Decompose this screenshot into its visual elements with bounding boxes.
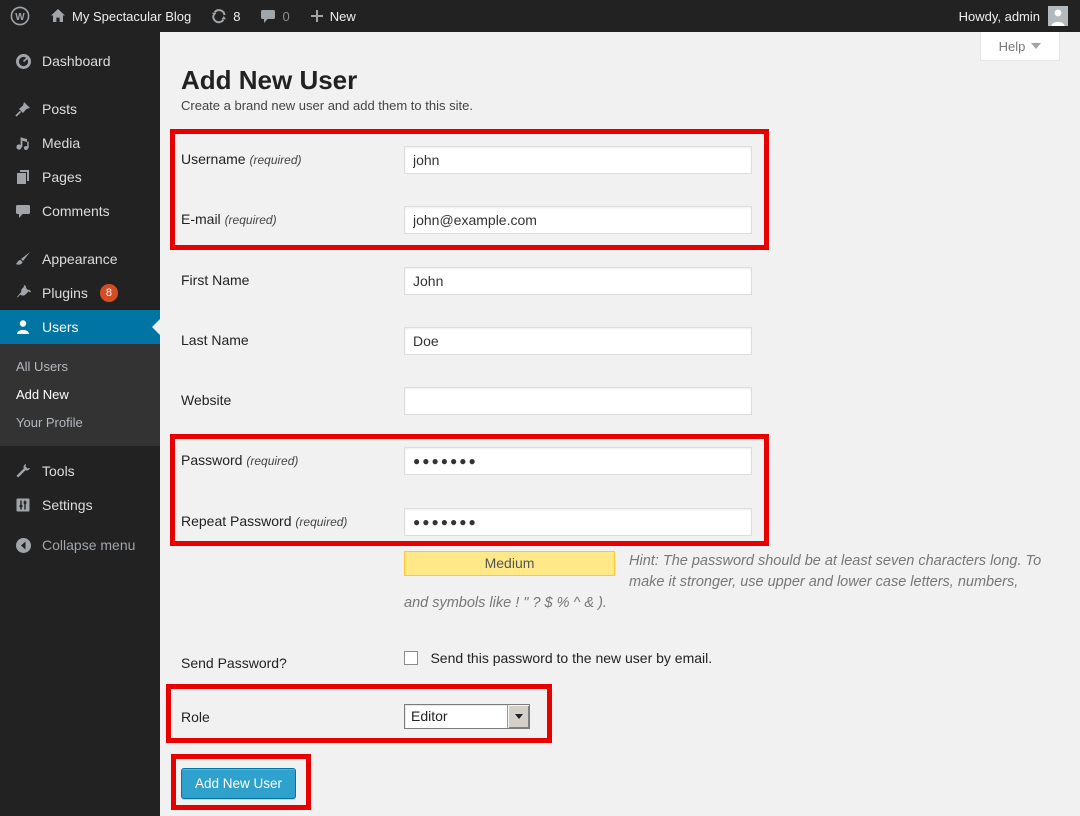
sidebar-item-dashboard[interactable]: Dashboard bbox=[0, 44, 160, 78]
password-strength-meter: Medium bbox=[404, 551, 615, 576]
new-menu[interactable]: New bbox=[300, 0, 366, 32]
howdy-text: Howdy, admin bbox=[959, 9, 1040, 24]
password-row: Password (required) bbox=[181, 447, 752, 475]
settings-icon bbox=[14, 497, 32, 513]
first-name-input[interactable] bbox=[404, 267, 752, 295]
email-input[interactable] bbox=[404, 206, 752, 234]
submenu-all-users[interactable]: All Users bbox=[0, 352, 160, 380]
email-required-note: (required) bbox=[225, 213, 277, 227]
select-dropdown-button[interactable] bbox=[507, 705, 529, 728]
last-name-input[interactable] bbox=[404, 327, 752, 355]
sidebar-item-tools[interactable]: Tools bbox=[0, 454, 160, 488]
collapse-menu-button[interactable]: Collapse menu bbox=[0, 528, 160, 562]
sidebar-item-comments[interactable]: Comments bbox=[0, 194, 160, 228]
website-label: Website bbox=[181, 387, 404, 415]
role-selected-value: Editor bbox=[405, 705, 507, 728]
role-label: Role bbox=[181, 704, 404, 729]
site-name-menu[interactable]: My Spectacular Blog bbox=[40, 0, 201, 32]
send-password-label: Send Password? bbox=[181, 650, 404, 671]
pages-icon bbox=[14, 169, 32, 185]
password-label: Password bbox=[181, 452, 242, 468]
svg-text:W: W bbox=[15, 12, 25, 23]
plugins-update-badge: 8 bbox=[100, 284, 118, 302]
website-input[interactable] bbox=[404, 387, 752, 415]
admin-bar: W My Spectacular Blog 8 bbox=[0, 0, 1080, 32]
comments-icon bbox=[14, 203, 32, 219]
send-password-checkbox[interactable] bbox=[404, 651, 418, 665]
sidebar-item-posts[interactable]: Posts bbox=[0, 92, 160, 126]
submenu-your-profile[interactable]: Your Profile bbox=[0, 408, 160, 436]
last-name-row: Last Name bbox=[181, 327, 752, 355]
chevron-down-icon bbox=[515, 714, 523, 719]
wordpress-logo[interactable]: W bbox=[0, 0, 40, 32]
sidebar-item-media[interactable]: Media bbox=[0, 126, 160, 160]
plus-icon bbox=[310, 9, 324, 23]
user-icon bbox=[14, 319, 32, 335]
password-input[interactable] bbox=[404, 447, 752, 475]
dashboard-icon bbox=[14, 53, 32, 70]
sidebar-item-plugins[interactable]: Plugins 8 bbox=[0, 276, 160, 310]
password-hint-area: Medium Hint: The password should be at l… bbox=[404, 551, 1044, 614]
email-row: E-mail (required) bbox=[181, 206, 752, 234]
main-content: Help Add New User Create a brand new use… bbox=[160, 32, 1080, 816]
repeat-password-input[interactable] bbox=[404, 508, 752, 536]
send-password-checkbox-label: Send this password to the new user by em… bbox=[430, 650, 712, 666]
update-count: 8 bbox=[233, 9, 240, 24]
username-input[interactable] bbox=[404, 146, 752, 174]
updates-menu[interactable]: 8 bbox=[201, 0, 250, 32]
new-label: New bbox=[330, 9, 356, 24]
brush-icon bbox=[14, 251, 32, 267]
wrench-icon bbox=[14, 463, 32, 479]
sidebar-item-users[interactable]: Users bbox=[0, 310, 160, 344]
last-name-label: Last Name bbox=[181, 327, 404, 355]
plug-icon bbox=[14, 285, 32, 301]
password-required-note: (required) bbox=[246, 454, 298, 468]
updates-icon bbox=[211, 8, 227, 24]
page-subtitle: Create a brand new user and add them to … bbox=[181, 98, 473, 113]
repeat-password-row: Repeat Password (required) bbox=[181, 508, 752, 536]
pin-icon bbox=[14, 101, 32, 117]
media-icon bbox=[14, 135, 32, 151]
role-select[interactable]: Editor bbox=[404, 704, 530, 729]
first-name-row: First Name bbox=[181, 267, 752, 295]
help-button[interactable]: Help bbox=[980, 32, 1060, 61]
page-title: Add New User bbox=[181, 65, 357, 95]
send-password-row: Send Password? Send this password to the… bbox=[181, 650, 712, 671]
sidebar-item-appearance[interactable]: Appearance bbox=[0, 242, 160, 276]
comment-count: 0 bbox=[282, 9, 289, 24]
repeat-password-required-note: (required) bbox=[295, 515, 347, 529]
submenu-add-new[interactable]: Add New bbox=[0, 380, 160, 408]
comments-menu[interactable]: 0 bbox=[250, 0, 299, 32]
admin-sidebar: Dashboard Posts Media bbox=[0, 32, 160, 816]
avatar bbox=[1048, 6, 1068, 26]
email-label: E-mail bbox=[181, 211, 221, 227]
account-menu[interactable]: Howdy, admin bbox=[959, 6, 1080, 26]
users-submenu: All Users Add New Your Profile bbox=[0, 344, 160, 446]
active-menu-arrow bbox=[152, 319, 160, 335]
site-name: My Spectacular Blog bbox=[72, 9, 191, 24]
chevron-down-icon bbox=[1031, 43, 1041, 49]
sidebar-item-pages[interactable]: Pages bbox=[0, 160, 160, 194]
username-required-note: (required) bbox=[249, 153, 301, 167]
role-row: Role Editor bbox=[181, 704, 530, 729]
add-new-user-button[interactable]: Add New User bbox=[181, 768, 296, 799]
website-row: Website bbox=[181, 387, 752, 415]
username-row: Username (required) bbox=[181, 146, 752, 174]
home-icon bbox=[50, 8, 66, 24]
first-name-label: First Name bbox=[181, 267, 404, 295]
username-label: Username bbox=[181, 151, 246, 167]
sidebar-item-settings[interactable]: Settings bbox=[0, 488, 160, 522]
repeat-password-label: Repeat Password bbox=[181, 513, 292, 529]
wordpress-logo-icon: W bbox=[10, 6, 30, 26]
comment-bubble-icon bbox=[260, 8, 276, 24]
collapse-arrow-icon bbox=[14, 537, 32, 554]
